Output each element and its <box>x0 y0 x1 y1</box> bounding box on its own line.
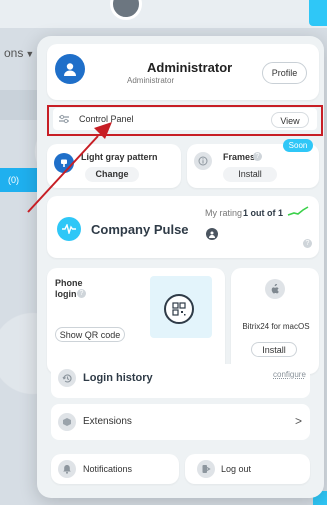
help-icon[interactable]: ? <box>77 289 86 298</box>
phone-login-label-line2: login <box>55 289 77 299</box>
bell-icon <box>58 460 76 478</box>
bitrix-mac-install-button[interactable]: Install <box>251 342 297 357</box>
user-role: Administrator <box>127 76 175 85</box>
sliders-icon <box>57 112 71 126</box>
phone-login-label-line1: Phone <box>55 278 83 288</box>
bitrix-mac-label: Bitrix24 for macOS <box>242 322 310 331</box>
extensions-icon <box>58 413 76 431</box>
avatar[interactable] <box>55 54 85 84</box>
theme-label: Light gray pattern <box>81 152 158 162</box>
control-panel-view-button[interactable]: View <box>271 112 309 128</box>
pulse-icon <box>57 217 81 241</box>
background-counter-badge[interactable]: (0) <box>0 168 38 192</box>
user-name[interactable]: Administrator <box>147 60 232 75</box>
notifications-label: Notifications <box>83 464 133 474</box>
logout-icon <box>197 460 215 478</box>
background-strip <box>0 90 40 120</box>
rating-value: 1 out of 1 <box>243 208 283 218</box>
control-panel-label: Control Panel <box>79 114 134 124</box>
frames-install-button[interactable]: Install <box>223 167 277 182</box>
frames-soon-badge: Soon <box>283 139 313 152</box>
help-icon[interactable]: ? <box>303 239 312 248</box>
company-pulse-label: Company Pulse <box>91 222 189 237</box>
theme-icon <box>54 153 74 173</box>
show-qr-code-button[interactable]: Show QR code <box>55 327 125 342</box>
chevron-right-icon: > <box>295 414 303 428</box>
background-menu-item[interactable]: ons ▼ <box>4 46 34 60</box>
trend-up-icon <box>287 206 309 216</box>
background-accent-tab[interactable] <box>309 0 327 26</box>
extensions-label: Extensions <box>83 416 132 427</box>
info-icon <box>194 152 212 170</box>
rating-prefix: My rating <box>205 208 243 218</box>
background-topbar <box>0 0 327 28</box>
theme-change-button[interactable]: Change <box>85 167 139 182</box>
qr-code-icon[interactable] <box>164 294 194 324</box>
chevron-down-icon: ▼ <box>25 49 35 59</box>
user-icon <box>64 63 76 76</box>
help-icon[interactable]: ? <box>253 152 262 161</box>
history-icon <box>58 369 76 387</box>
login-history-configure-link[interactable]: configure <box>273 370 306 379</box>
profile-button[interactable]: Profile <box>262 62 307 84</box>
logout-label: Log out <box>221 464 252 474</box>
user-menu-popup: Administrator Administrator Profile Cont… <box>37 36 324 498</box>
user-small-icon <box>206 228 218 240</box>
login-history-label: Login history <box>83 372 153 384</box>
frames-label: Frames <box>223 152 256 162</box>
apple-icon <box>265 279 285 299</box>
